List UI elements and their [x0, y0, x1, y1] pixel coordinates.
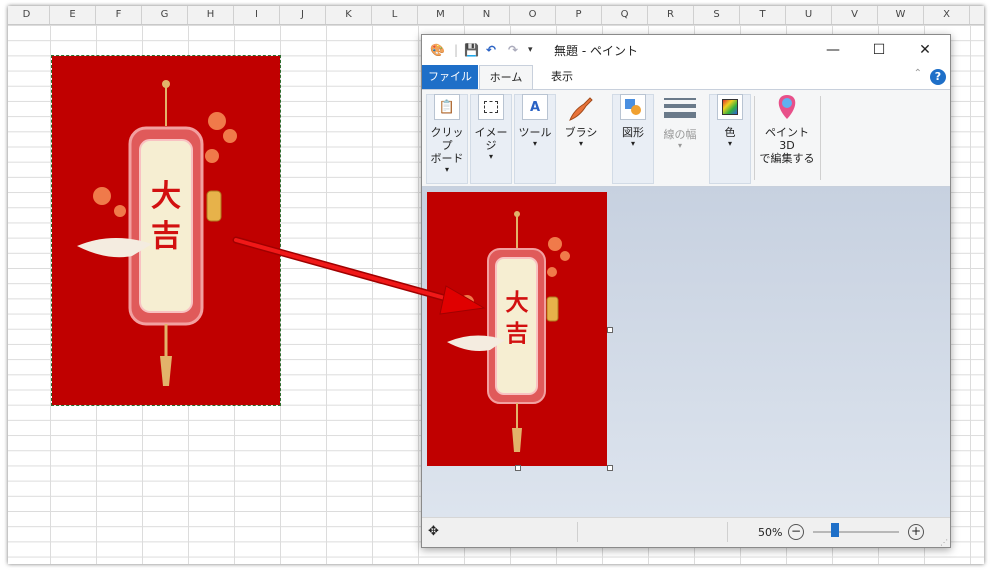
status-bar: ✥ 50% − + ⋰: [422, 517, 950, 547]
tab-view[interactable]: 表示: [534, 65, 590, 89]
ribbon-divider: [754, 96, 755, 180]
edit-paint3d-button[interactable]: ペイント 3D で編集する: [756, 94, 818, 165]
poster-char-1: 大: [151, 179, 181, 214]
column-header[interactable]: H: [188, 6, 234, 24]
colors-icon: [717, 94, 743, 120]
resize-handle[interactable]: [607, 327, 613, 333]
colors-label: 色: [724, 126, 736, 139]
undo-icon[interactable]: ↶: [486, 41, 496, 59]
column-header[interactable]: N: [464, 6, 510, 24]
chevron-down-icon: ▾: [677, 141, 682, 150]
column-header[interactable]: X: [924, 6, 970, 24]
help-button[interactable]: ?: [930, 69, 946, 85]
column-header[interactable]: Q: [602, 6, 648, 24]
paint-canvas-image[interactable]: 大 吉: [427, 192, 607, 466]
collapse-ribbon-icon[interactable]: ⌃: [914, 68, 922, 79]
tools-button[interactable]: A ツール ▾: [514, 94, 556, 149]
line-width-label: 線の幅: [663, 128, 697, 141]
title-bar: 🎨 | 💾 ↶ ↷ ▾ 無題 - ペイント — ☐ ✕: [422, 35, 950, 65]
poster-artwork: 大 吉: [52, 56, 280, 405]
shapes-button[interactable]: 図形 ▾: [612, 94, 654, 149]
poster-artwork-small: 大 吉: [427, 192, 607, 466]
paint3d-label-2: で編集する: [759, 152, 815, 165]
ribbon-divider: [820, 96, 821, 180]
paint3d-icon: [774, 94, 800, 120]
chevron-down-icon: ▾: [578, 139, 583, 148]
tab-file[interactable]: ファイル: [422, 65, 478, 89]
save-icon[interactable]: 💾: [464, 41, 479, 59]
status-divider: [577, 522, 578, 542]
column-header[interactable]: D: [8, 6, 50, 24]
window-title: 無題 - ペイント: [554, 44, 638, 58]
tools-icon: A: [522, 94, 548, 120]
column-header[interactable]: O: [510, 6, 556, 24]
image-button[interactable]: イメージ ▾: [470, 94, 512, 162]
column-header[interactable]: K: [326, 6, 372, 24]
brush-icon: [565, 94, 597, 124]
poster-char-1: 大: [506, 290, 529, 316]
chevron-down-icon: ▾: [727, 139, 732, 148]
paint3d-label-1: ペイント 3D: [765, 126, 809, 152]
column-header[interactable]: R: [648, 6, 694, 24]
column-header[interactable]: P: [556, 6, 602, 24]
tools-label: ツール: [518, 126, 552, 139]
line-width-button[interactable]: 線の幅 ▾: [658, 94, 702, 151]
zoom-out-button[interactable]: −: [788, 524, 804, 540]
clipboard-label-2: ボード: [430, 152, 464, 165]
shapes-label: 図形: [622, 126, 644, 139]
select-icon: [478, 94, 504, 120]
redo-icon[interactable]: ↷: [508, 41, 518, 59]
clipboard-label: クリップ: [430, 126, 464, 152]
column-header[interactable]: T: [740, 6, 786, 24]
column-headers: DEFGHIJKLMNOPQRSTUVWX: [8, 6, 984, 25]
resize-handle[interactable]: [607, 465, 613, 471]
column-header[interactable]: U: [786, 6, 832, 24]
resize-handle[interactable]: [515, 465, 521, 471]
column-header[interactable]: V: [832, 6, 878, 24]
chevron-down-icon: ▾: [444, 165, 449, 174]
column-header[interactable]: E: [50, 6, 96, 24]
tab-home[interactable]: ホーム: [479, 65, 533, 89]
cursor-position-icon: ✥: [428, 524, 439, 539]
resize-grip-icon[interactable]: ⋰: [940, 538, 948, 547]
clipboard-icon: 📋: [434, 94, 460, 120]
zoom-level: 50%: [758, 526, 783, 539]
excel-pasted-image[interactable]: 大 吉: [51, 55, 281, 406]
column-header[interactable]: S: [694, 6, 740, 24]
menu-bar: ファイル ホーム 表示 ⌃ ?: [422, 65, 950, 89]
column-header[interactable]: L: [372, 6, 418, 24]
minimize-button[interactable]: —: [810, 35, 856, 65]
image-label: イメージ: [474, 126, 508, 152]
poster-char-2: 吉: [151, 219, 181, 254]
chevron-down-icon: ▾: [630, 139, 635, 148]
column-header[interactable]: M: [418, 6, 464, 24]
clipboard-button[interactable]: 📋 クリップ ボード ▾: [426, 94, 468, 175]
column-header[interactable]: J: [280, 6, 326, 24]
close-button[interactable]: ✕: [902, 35, 948, 65]
chevron-down-icon: ▾: [488, 152, 493, 161]
column-header[interactable]: G: [142, 6, 188, 24]
line-width-icon: [664, 98, 696, 118]
column-header[interactable]: W: [878, 6, 924, 24]
status-divider: [727, 522, 728, 542]
colors-button[interactable]: 色 ▾: [709, 94, 751, 149]
column-header[interactable]: I: [234, 6, 280, 24]
paint-app-icon: 🎨: [430, 43, 445, 57]
maximize-button[interactable]: ☐: [856, 35, 902, 65]
customize-qa-icon[interactable]: ▾: [528, 41, 533, 59]
chevron-down-icon: ▾: [532, 139, 537, 148]
poster-char-2: 吉: [506, 320, 529, 347]
zoom-slider[interactable]: [813, 531, 899, 533]
zoom-in-button[interactable]: +: [908, 524, 924, 540]
brushes-label: ブラシ: [564, 126, 598, 139]
qa-separator: |: [454, 43, 459, 57]
shapes-icon: [620, 94, 646, 120]
zoom-slider-thumb[interactable]: [830, 523, 839, 537]
ribbon: 📋 クリップ ボード ▾ イメージ ▾ A ツール ▾ ブラシ ▾ 図形 ▾ 線…: [422, 89, 950, 187]
brushes-button[interactable]: ブラシ ▾: [560, 94, 602, 149]
column-header[interactable]: F: [96, 6, 142, 24]
